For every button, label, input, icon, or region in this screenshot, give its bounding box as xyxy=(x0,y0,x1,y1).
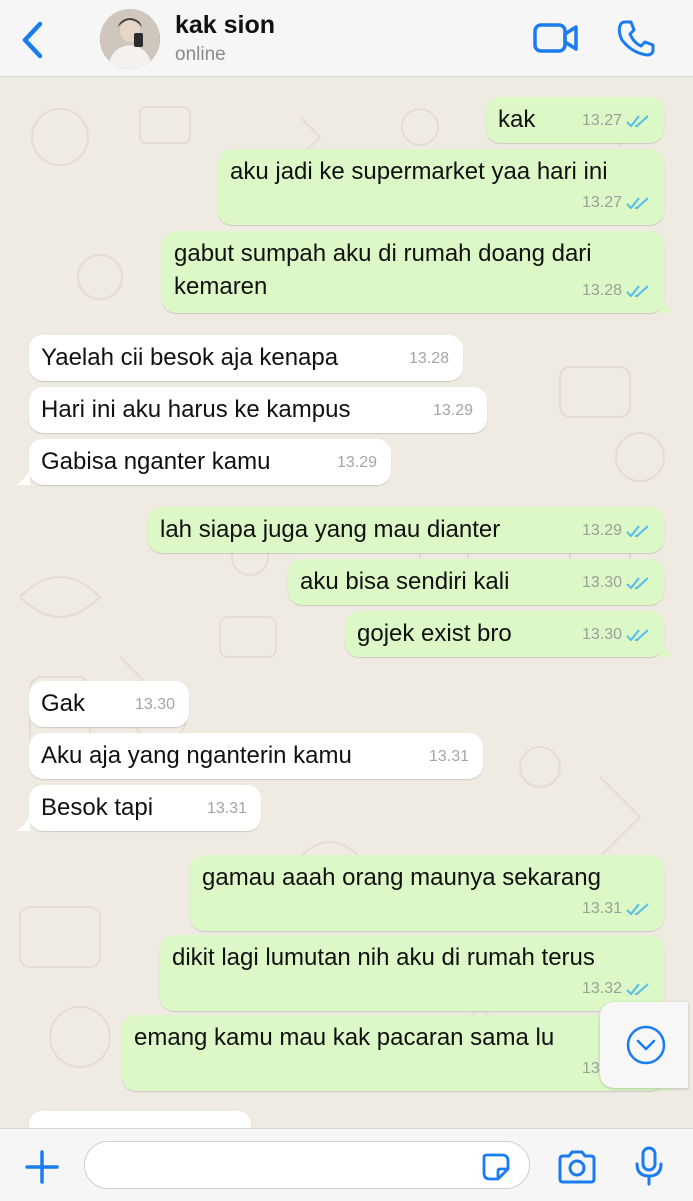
message-bubble-incoming[interactable]: Hari ini aku harus ke kampus 13.29 xyxy=(29,387,487,433)
message-time: 13.32 xyxy=(581,980,622,997)
message-bubble-incoming[interactable]: Gabisa nganter kamu 13.29 xyxy=(29,439,391,485)
message-time: 13.27 xyxy=(581,112,622,129)
bubble-tail xyxy=(16,815,30,831)
message-bubble-outgoing[interactable]: dikit lagi lumutan nih aku di rumah teru… xyxy=(160,935,664,1011)
message-time: 13.31 xyxy=(206,800,247,817)
message-text: lah siapa juga yang mau dianter xyxy=(160,516,501,543)
chevron-down-circle-icon xyxy=(626,1025,666,1065)
message-text: Gabisa nganter kamu xyxy=(41,448,271,475)
sticker-icon[interactable] xyxy=(480,1151,512,1183)
double-check-icon xyxy=(626,196,649,209)
message-bubble-outgoing[interactable]: aku bisa sendiri kali 13.30 xyxy=(288,559,664,605)
message-time: 13.28 xyxy=(581,282,622,299)
message-bubble-incoming[interactable]: Aku aja yang nganterin kamu 13.31 xyxy=(29,733,483,779)
message-time: 13.31 xyxy=(428,748,469,765)
message-meta: 13.32 xyxy=(582,972,650,1005)
message-time: 13.29 xyxy=(336,454,377,471)
message-meta: 13.27 xyxy=(582,186,650,219)
message-bubble-incoming-partial[interactable] xyxy=(29,1111,251,1128)
bubble-tail xyxy=(660,641,674,657)
message-text: aku jadi ke supermarket yaa hari ini xyxy=(230,158,608,185)
message-text: Hari ini aku harus ke kampus xyxy=(41,396,351,423)
microphone-icon[interactable] xyxy=(632,1145,666,1187)
message-text: gabut sumpah aku di rumah doang dari kem… xyxy=(174,240,592,300)
message-bubble-outgoing[interactable]: kak 13.27 xyxy=(486,97,664,143)
bubble-tail xyxy=(16,469,30,485)
message-text: dikit lagi lumutan nih aku di rumah teru… xyxy=(172,944,595,971)
avatar[interactable] xyxy=(100,9,160,69)
message-meta: 13.30 xyxy=(582,566,650,599)
scroll-to-bottom-button[interactable] xyxy=(600,1002,688,1088)
message-composer xyxy=(0,1128,693,1201)
contact-status: online xyxy=(175,44,226,65)
contact-name[interactable]: kak sion xyxy=(175,11,275,40)
message-text: Aku aja yang nganterin kamu xyxy=(41,742,352,769)
message-bubble-outgoing[interactable]: gojek exist bro 13.30 xyxy=(345,611,664,657)
message-bubble-incoming[interactable]: Gak 13.30 xyxy=(29,681,189,727)
message-meta: 13.29 xyxy=(582,514,650,547)
message-meta: 13.27 xyxy=(582,104,650,137)
double-check-icon xyxy=(626,982,649,995)
video-camera-icon[interactable] xyxy=(532,20,580,56)
message-text: Yaelah cii besok aja kenapa xyxy=(41,344,339,371)
double-check-icon xyxy=(626,524,649,537)
message-time: 13.30 xyxy=(581,574,622,591)
message-input[interactable] xyxy=(84,1141,530,1189)
bubble-tail xyxy=(660,297,674,313)
message-bubble-outgoing[interactable]: aku jadi ke supermarket yaa hari ini 13.… xyxy=(218,149,664,225)
double-check-icon xyxy=(626,114,649,127)
message-bubble-incoming[interactable]: Yaelah cii besok aja kenapa 13.28 xyxy=(29,335,463,381)
plus-icon[interactable] xyxy=(22,1147,62,1187)
message-bubble-outgoing[interactable]: gamau aaah orang maunya sekarang 13.31 xyxy=(190,855,664,931)
message-text: gamau aaah orang maunya sekarang xyxy=(202,864,601,891)
message-list[interactable]: kak 13.27 aku jadi ke supermarket yaa ha… xyxy=(0,77,693,1128)
double-check-icon xyxy=(626,576,649,589)
message-time: 13.30 xyxy=(581,626,622,643)
double-check-icon xyxy=(626,284,649,297)
message-bubble-outgoing[interactable]: gabut sumpah aku di rumah doang dari kem… xyxy=(162,231,664,313)
camera-icon[interactable] xyxy=(556,1149,598,1185)
phone-icon[interactable] xyxy=(616,18,656,58)
chat-header: kak sion online xyxy=(0,0,693,77)
message-meta: 13.30 xyxy=(582,618,650,651)
double-check-icon xyxy=(626,628,649,641)
message-meta: 13.28 xyxy=(582,274,650,307)
double-check-icon xyxy=(626,902,649,915)
message-bubble-outgoing[interactable]: lah siapa juga yang mau dianter 13.29 xyxy=(148,507,664,553)
message-time: 13.28 xyxy=(408,350,449,367)
message-time: 13.31 xyxy=(581,900,622,917)
message-time: 13.30 xyxy=(134,696,175,713)
chevron-left-icon[interactable] xyxy=(16,20,50,60)
message-bubble-outgoing[interactable]: emang kamu mau kak pacaran sama lu 13.32 xyxy=(122,1015,664,1091)
message-time: 13.27 xyxy=(581,194,622,211)
message-text: emang kamu mau kak pacaran sama lu xyxy=(134,1024,555,1051)
message-time: 13.29 xyxy=(432,402,473,419)
message-bubble-incoming[interactable]: Besok tapi 13.31 xyxy=(29,785,261,831)
message-meta: 13.31 xyxy=(582,892,650,925)
message-time: 13.29 xyxy=(581,522,622,539)
